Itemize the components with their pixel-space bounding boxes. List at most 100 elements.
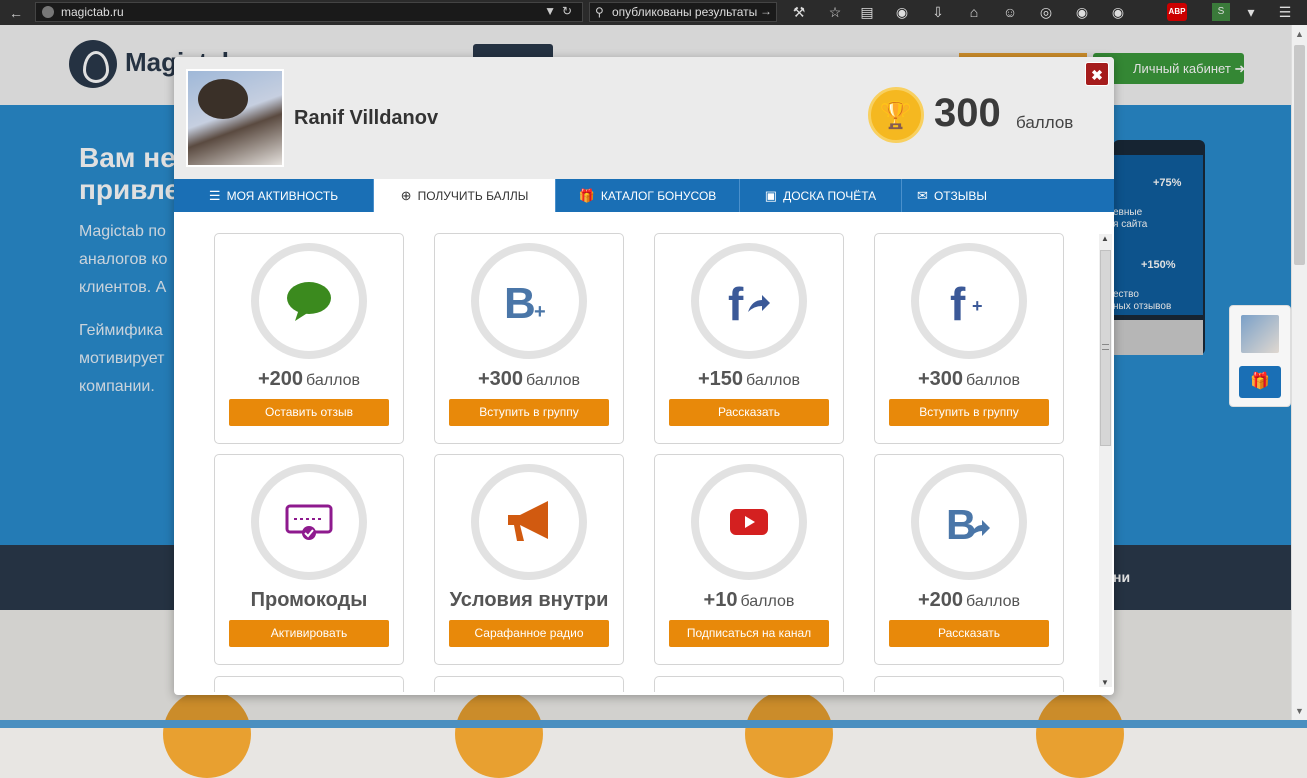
smiley-icon[interactable]: ☺ <box>1001 3 1019 21</box>
search-icon: ⚲ <box>595 5 604 19</box>
scroll-up-icon[interactable]: ▲ <box>1295 29 1304 39</box>
menu-icon[interactable]: ☰ <box>1276 3 1294 21</box>
card-points: +200 баллов <box>215 368 403 391</box>
earn-card-fb-share: f +150 баллов Рассказать <box>654 233 844 444</box>
vk-share-icon: B <box>946 501 990 545</box>
activate-button[interactable]: Активировать <box>229 620 389 647</box>
plus-circle-icon: ⊕ <box>400 187 412 203</box>
tab-label: КАТАЛОГ БОНУСОВ <box>600 188 717 203</box>
card-points: Условия внутри <box>435 589 623 612</box>
trophy-icon: 🏆 <box>868 87 924 143</box>
dropdown-arrow-icon[interactable]: ▾ <box>1242 3 1260 21</box>
svg-text:B: B <box>946 501 976 545</box>
svg-text:+: + <box>972 296 983 316</box>
card-icon-circle: f <box>691 243 807 359</box>
earn-card-partial <box>434 676 624 692</box>
card-icon-circle <box>471 464 587 580</box>
earn-card-youtube: +10 баллов Подписаться на канал <box>654 454 844 665</box>
earn-card-vk-join: B + +300 баллов Вступить в группу <box>434 233 624 444</box>
home-icon[interactable]: ⌂ <box>965 3 983 21</box>
extension-icon[interactable]: ◉ <box>1073 3 1091 21</box>
card-icon-circle <box>251 464 367 580</box>
user-name: Ranif Villdanov <box>294 107 439 129</box>
comment-icon: ✉ <box>917 187 928 203</box>
card-points: +200 баллов <box>875 589 1063 612</box>
share-button[interactable]: Рассказать <box>669 399 829 426</box>
points-unit: баллов <box>966 372 1020 389</box>
word-of-mouth-button[interactable]: Сарафанное радио <box>449 620 609 647</box>
scroll-down-icon[interactable]: ▼ <box>1101 678 1109 687</box>
extension-badge-icon[interactable]: S <box>1212 3 1230 21</box>
star-icon[interactable]: ☆ <box>826 3 844 21</box>
user-avatar <box>186 69 284 167</box>
bottom-bar <box>0 720 1307 728</box>
scroll-grip <box>1102 344 1109 350</box>
card-points: Промокоды <box>215 589 403 612</box>
chat-bubble-icon <box>287 282 331 321</box>
svg-text:B: B <box>504 279 536 324</box>
tab-label: ОТЗЫВЫ <box>933 188 987 203</box>
leave-review-button[interactable]: Оставить отзыв <box>229 399 389 426</box>
tab-reviews[interactable]: ✉ ОТЗЫВЫ <box>902 179 1002 212</box>
join-group-button[interactable]: Вступить в группу <box>889 399 1049 426</box>
svg-text:+: + <box>534 301 546 323</box>
vk-plus-icon: B+ <box>504 279 546 324</box>
earn-card-promo: Промокоды Активировать <box>214 454 404 665</box>
tab-bonus-catalog[interactable]: 🎁 КАТАЛОГ БОНУСОВ <box>556 179 740 212</box>
tab-my-activity[interactable]: ☰ МОЯ АКТИВНОСТЬ <box>174 179 374 212</box>
promo-ticket-icon <box>285 504 333 540</box>
card-icon-circle <box>691 464 807 580</box>
points-amount: +150 <box>697 368 744 390</box>
browser-toolbar: ← magictab.ru ▼↻ ⚲ опубликованы результа… <box>0 0 1307 25</box>
points-amount: +10 <box>703 589 738 611</box>
scroll-thumb[interactable] <box>1294 45 1305 265</box>
tab-get-points[interactable]: ⊕ ПОЛУЧИТЬ БАЛЛЫ <box>374 179 556 212</box>
tab-label: ПОЛУЧИТЬ БАЛЛЫ <box>417 188 529 203</box>
share-button[interactable]: Рассказать <box>889 620 1049 647</box>
earn-card-partial <box>654 676 844 692</box>
youtube-icon <box>730 509 768 535</box>
tab-honor-board[interactable]: ▣ ДОСКА ПОЧЁТА <box>740 179 902 212</box>
avatar[interactable] <box>1241 315 1279 353</box>
wrench-icon[interactable]: ⚒ <box>790 3 808 21</box>
scroll-up-icon[interactable]: ▲ <box>1101 234 1109 243</box>
address-bar[interactable]: magictab.ru ▼↻ <box>35 2 583 22</box>
join-group-button[interactable]: Вступить в группу <box>449 399 609 426</box>
points-amount: +300 <box>917 368 964 390</box>
card-icon-circle: B <box>911 464 1027 580</box>
page-scrollbar[interactable]: ▲ ▼ <box>1291 25 1307 720</box>
portrait-icon: ▣ <box>764 187 778 203</box>
card-title-text: Промокоды <box>250 589 368 611</box>
subscribe-button[interactable]: Подписаться на канал <box>669 620 829 647</box>
modal-scrollbar[interactable]: ▲ ▼ <box>1099 234 1112 687</box>
globe-tool-icon[interactable]: ◎ <box>1037 3 1055 21</box>
card-points: +10 баллов <box>655 589 843 612</box>
card-points: +300 баллов <box>435 368 623 391</box>
reload-icon[interactable]: ▼↻ <box>544 4 578 18</box>
search-go-icon[interactable]: → <box>760 4 772 18</box>
gift-icon[interactable]: 🎁 <box>1239 366 1281 398</box>
svg-text:f: f <box>728 278 744 324</box>
earn-card-fb-join: f + +300 баллов Вступить в группу <box>874 233 1064 444</box>
download-icon[interactable]: ⇩ <box>929 3 947 21</box>
back-arrow-icon[interactable]: ← <box>0 0 32 25</box>
card-points: +300 баллов <box>875 368 1063 391</box>
points-unit: баллов <box>306 372 360 389</box>
card-points: +150 баллов <box>655 368 843 391</box>
points-unit: баллов <box>966 593 1020 610</box>
adblock-icon[interactable]: ABP <box>1167 3 1187 21</box>
earn-card-partial <box>214 676 404 692</box>
scroll-down-icon[interactable]: ▼ <box>1295 706 1304 716</box>
clipboard-icon[interactable]: ▤ <box>858 3 876 21</box>
eye-icon[interactable]: ◉ <box>1109 3 1127 21</box>
search-field[interactable]: ⚲ опубликованы результаты → <box>589 2 777 22</box>
points-unit: баллов <box>740 593 795 610</box>
close-button[interactable]: ✖ <box>1085 62 1109 86</box>
tab-label: МОЯ АКТИВНОСТЬ <box>226 188 339 203</box>
search-text: опубликованы результаты <box>612 5 758 19</box>
globe-icon <box>42 6 54 18</box>
earn-card-word-of-mouth: Условия внутри Сарафанное радио <box>434 454 624 665</box>
earn-points-grid: +200 баллов Оставить отзыв B + +300 баллов … <box>174 212 1099 692</box>
pocket-icon[interactable]: ◉ <box>893 3 911 21</box>
card-icon-circle <box>251 243 367 359</box>
